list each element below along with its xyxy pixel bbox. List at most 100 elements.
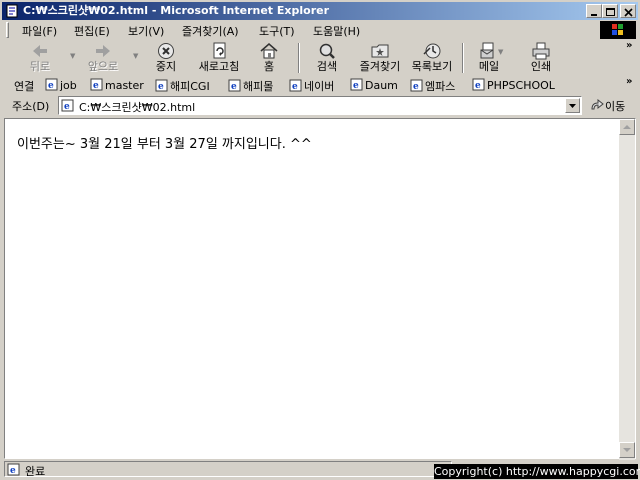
ie-page-icon: e xyxy=(289,79,302,92)
forward-arrow-icon xyxy=(96,45,110,57)
toolbar-separator xyxy=(462,43,464,73)
favorites-button[interactable]: 즐겨찾기 xyxy=(354,41,406,75)
forward-label: 앞으로 xyxy=(87,60,119,73)
go-button[interactable]: 이동 xyxy=(588,96,636,115)
mail-button[interactable]: 메일 xyxy=(472,41,506,75)
close-icon xyxy=(624,8,633,17)
home-button[interactable]: 홈 xyxy=(252,41,286,75)
link-master[interactable]: e master xyxy=(90,78,144,92)
favorites-label: 즐겨찾기 xyxy=(359,60,401,73)
history-button[interactable]: 목록보기 xyxy=(406,41,458,75)
menu-edit[interactable]: 편집(E) xyxy=(74,23,110,39)
maximize-button[interactable] xyxy=(602,4,618,18)
refresh-icon xyxy=(213,42,226,59)
search-button[interactable]: 검색 xyxy=(308,41,346,75)
back-label: 뒤로 xyxy=(29,60,51,73)
link-naver[interactable]: e 네이버 xyxy=(289,78,334,94)
ie-page-icon: e xyxy=(472,78,485,91)
home-icon xyxy=(260,43,278,59)
ie-page-icon: e xyxy=(228,79,241,92)
scroll-up-button[interactable] xyxy=(619,119,635,135)
back-dropdown-icon[interactable]: ▼ xyxy=(70,52,75,60)
address-input[interactable]: e C:₩스크린샷₩02.html xyxy=(58,96,582,115)
mail-label: 메일 xyxy=(478,60,500,73)
windows-logo xyxy=(600,21,636,39)
print-label: 인쇄 xyxy=(530,60,552,73)
search-icon xyxy=(319,43,335,59)
standard-toolbar: 뒤로 ▼ 앞으로 ▼ 중지 새로고침 홈 검색 즐겨찾기 목록보기 메일 ▼ 인… xyxy=(2,40,638,76)
history-icon xyxy=(423,43,441,59)
ie-page-icon: e xyxy=(410,79,423,92)
window-title: C:₩스크린샷₩02.html - Microsoft Internet Exp… xyxy=(23,4,330,17)
forward-dropdown-icon[interactable]: ▼ xyxy=(133,52,138,60)
page-body-text: 이번주는~ 3월 21일 부터 3월 27일 까지입니다. ^^ xyxy=(17,137,312,152)
scroll-down-button[interactable] xyxy=(619,442,635,458)
ie-page-icon: e xyxy=(61,99,74,112)
links-chevron-icon[interactable]: » xyxy=(626,76,632,87)
svg-text:e: e xyxy=(10,466,16,476)
links-bar: 연결 e job e master e 해피CGI e 해피몰 e 네이버 e Daum e… xyxy=(2,76,638,95)
home-label: 홈 xyxy=(263,60,275,73)
print-button[interactable]: 인쇄 xyxy=(522,41,560,75)
ie-page-icon: e xyxy=(155,79,168,92)
go-arrow-icon xyxy=(591,99,604,110)
toolbar-chevron-icon[interactable]: » xyxy=(626,40,632,51)
vertical-scrollbar[interactable] xyxy=(619,119,635,460)
link-phpschool[interactable]: e PHPSCHOOL xyxy=(472,78,555,92)
link-happycgi[interactable]: e 해피CGI xyxy=(155,78,210,94)
address-dropdown-button[interactable] xyxy=(565,98,580,113)
menu-tools[interactable]: 도구(T) xyxy=(259,23,295,39)
ie-page-icon: e xyxy=(90,78,103,91)
link-empas[interactable]: e 엠파스 xyxy=(410,78,455,94)
svg-text:e: e xyxy=(292,82,298,92)
menu-help[interactable]: 도움말(H) xyxy=(313,23,360,39)
stop-button[interactable]: 중지 xyxy=(148,41,184,75)
close-button[interactable] xyxy=(620,4,636,18)
ie-page-icon: e xyxy=(7,463,20,476)
back-arrow-icon xyxy=(33,45,47,57)
favorites-folder-icon xyxy=(371,44,389,58)
menu-favorites[interactable]: 즐겨찾기(A) xyxy=(182,23,239,39)
refresh-label: 새로고침 xyxy=(198,60,240,73)
link-job[interactable]: e job xyxy=(45,78,77,92)
toolbar-separator xyxy=(298,43,300,73)
address-label: 주소(D) xyxy=(12,100,50,113)
mail-icon xyxy=(480,42,494,59)
link-happymall[interactable]: e 해피몰 xyxy=(228,78,273,94)
copyright-watermark: Copyright(c) http://www.happycgi.com xyxy=(434,464,640,479)
svg-text:e: e xyxy=(413,82,419,92)
svg-text:e: e xyxy=(93,81,99,91)
ie-page-icon: e xyxy=(350,78,363,91)
svg-text:e: e xyxy=(158,82,164,92)
menu-bar: 파일(F) 편집(E) 보기(V) 즐겨찾기(A) 도구(T) 도움말(H) xyxy=(2,20,638,40)
status-panel: e 완료 xyxy=(4,461,452,478)
svg-text:e: e xyxy=(64,102,70,112)
menu-grip[interactable] xyxy=(6,22,9,38)
search-label: 검색 xyxy=(316,60,338,73)
link-daum[interactable]: e Daum xyxy=(350,78,398,92)
go-label: 이동 xyxy=(605,100,626,113)
menu-file[interactable]: 파일(F) xyxy=(22,23,57,39)
scroll-down-icon xyxy=(623,448,631,452)
back-button[interactable]: 뒤로 xyxy=(20,41,60,75)
page-content[interactable]: 이번주는~ 3월 21일 부터 3월 27일 까지입니다. ^^ xyxy=(4,118,636,460)
svg-text:e: e xyxy=(475,81,481,91)
svg-text:e: e xyxy=(48,81,54,91)
address-bar: 주소(D) e C:₩스크린샷₩02.html 이동 xyxy=(2,95,638,116)
minimize-button[interactable] xyxy=(586,4,602,18)
forward-button[interactable]: 앞으로 xyxy=(80,41,126,75)
menu-view[interactable]: 보기(V) xyxy=(128,23,164,39)
title-bar[interactable]: C:₩스크린샷₩02.html - Microsoft Internet Exp… xyxy=(2,2,638,20)
svg-text:e: e xyxy=(353,81,359,91)
history-label: 목록보기 xyxy=(411,60,453,73)
dropdown-arrow-icon xyxy=(569,104,576,108)
ie-page-icon: e xyxy=(45,78,58,91)
mail-dropdown-icon[interactable]: ▼ xyxy=(498,48,503,56)
minimize-icon xyxy=(591,14,597,16)
windows-flag-icon xyxy=(612,24,623,35)
stop-label: 중지 xyxy=(155,60,177,73)
scroll-up-icon xyxy=(623,125,631,129)
address-value: C:₩스크린샷₩02.html xyxy=(79,101,196,114)
status-text: 완료 xyxy=(25,465,46,478)
refresh-button[interactable]: 새로고침 xyxy=(194,41,244,75)
